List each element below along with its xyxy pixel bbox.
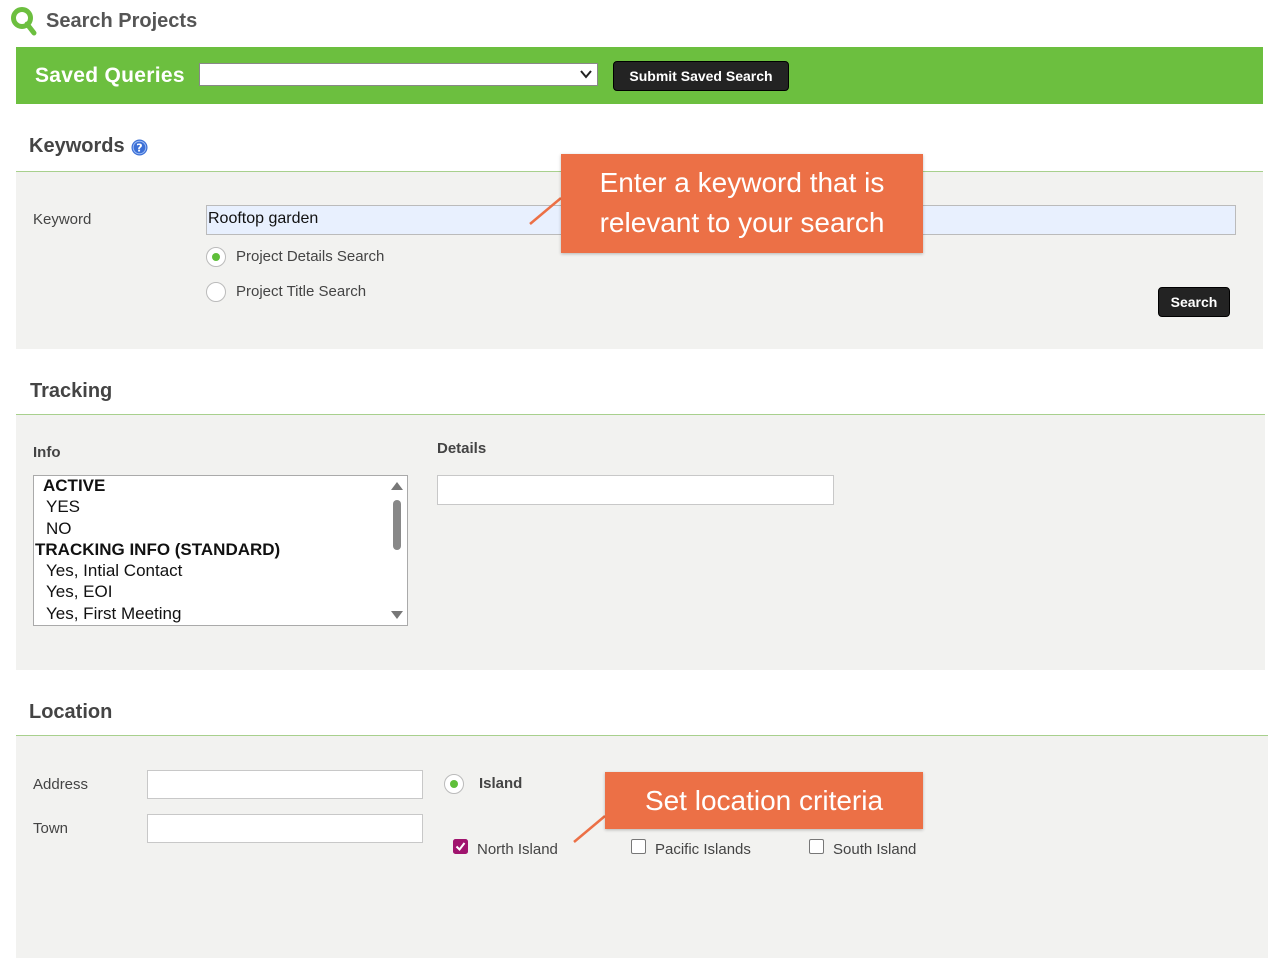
list-option[interactable]: Yes, Intial Contact — [46, 561, 182, 581]
project-details-search-radio[interactable] — [206, 247, 226, 267]
callout-keyword: Enter a keyword that is relevant to your… — [561, 154, 923, 253]
svg-text:?: ? — [136, 142, 142, 155]
list-option-group: TRACKING INFO (STANDARD) — [35, 540, 281, 559]
north-island-label[interactable]: North Island — [477, 841, 558, 858]
list-option[interactable]: YES — [46, 497, 80, 517]
saved-queries-label: Saved Queries — [35, 64, 185, 87]
info-listbox[interactable]: ACTIVE YES NO TRACKING INFO (STANDARD) Y… — [33, 475, 408, 626]
callout-keyword-line2: relevant to your search — [599, 207, 885, 238]
tracking-section-title: Tracking — [30, 380, 113, 402]
magnifier-logo-icon — [11, 7, 37, 36]
callout-keyword-line1: Enter a keyword that is — [599, 167, 885, 198]
saved-queries-select[interactable] — [199, 63, 598, 86]
project-title-search-label[interactable]: Project Title Search — [236, 283, 366, 300]
question-icon[interactable]: ? — [131, 139, 148, 156]
chevron-down-icon — [580, 70, 592, 79]
address-input[interactable] — [147, 770, 423, 799]
scrollbar-thumb — [393, 500, 401, 550]
town-input[interactable] — [147, 814, 423, 843]
address-label: Address — [33, 776, 89, 793]
page-title: Search Projects — [46, 10, 198, 32]
location-section-title: Location — [29, 701, 113, 723]
project-title-search-radio[interactable] — [206, 282, 226, 302]
pacific-islands-label[interactable]: Pacific Islands — [655, 841, 751, 858]
north-island-checkbox[interactable] — [453, 839, 468, 854]
keyword-label: Keyword — [33, 211, 92, 228]
list-option[interactable]: NO — [46, 519, 72, 539]
keywords-section-title: Keywords — [29, 135, 125, 157]
listbox-scrollbar[interactable] — [387, 476, 407, 625]
details-input[interactable] — [437, 475, 834, 505]
island-radio[interactable] — [444, 774, 464, 794]
island-label[interactable]: Island — [479, 775, 522, 792]
project-details-search-label[interactable]: Project Details Search — [236, 248, 384, 265]
south-island-label[interactable]: South Island — [833, 841, 916, 858]
scroll-up-arrow-icon — [391, 482, 403, 490]
details-label: Details — [437, 440, 487, 457]
scroll-down-arrow-icon — [391, 611, 403, 619]
list-option[interactable]: Yes, First Meeting — [46, 604, 181, 624]
info-label: Info — [33, 444, 61, 461]
search-button[interactable]: Search — [1158, 287, 1230, 317]
callout-location: Set location criteria — [605, 772, 923, 829]
town-label: Town — [33, 820, 69, 837]
list-option[interactable]: Yes, EOI — [46, 582, 112, 602]
south-island-checkbox[interactable] — [809, 839, 824, 854]
pacific-islands-checkbox[interactable] — [631, 839, 646, 854]
submit-saved-search-button[interactable]: Submit Saved Search — [613, 61, 789, 91]
list-option-group: ACTIVE — [43, 476, 106, 495]
